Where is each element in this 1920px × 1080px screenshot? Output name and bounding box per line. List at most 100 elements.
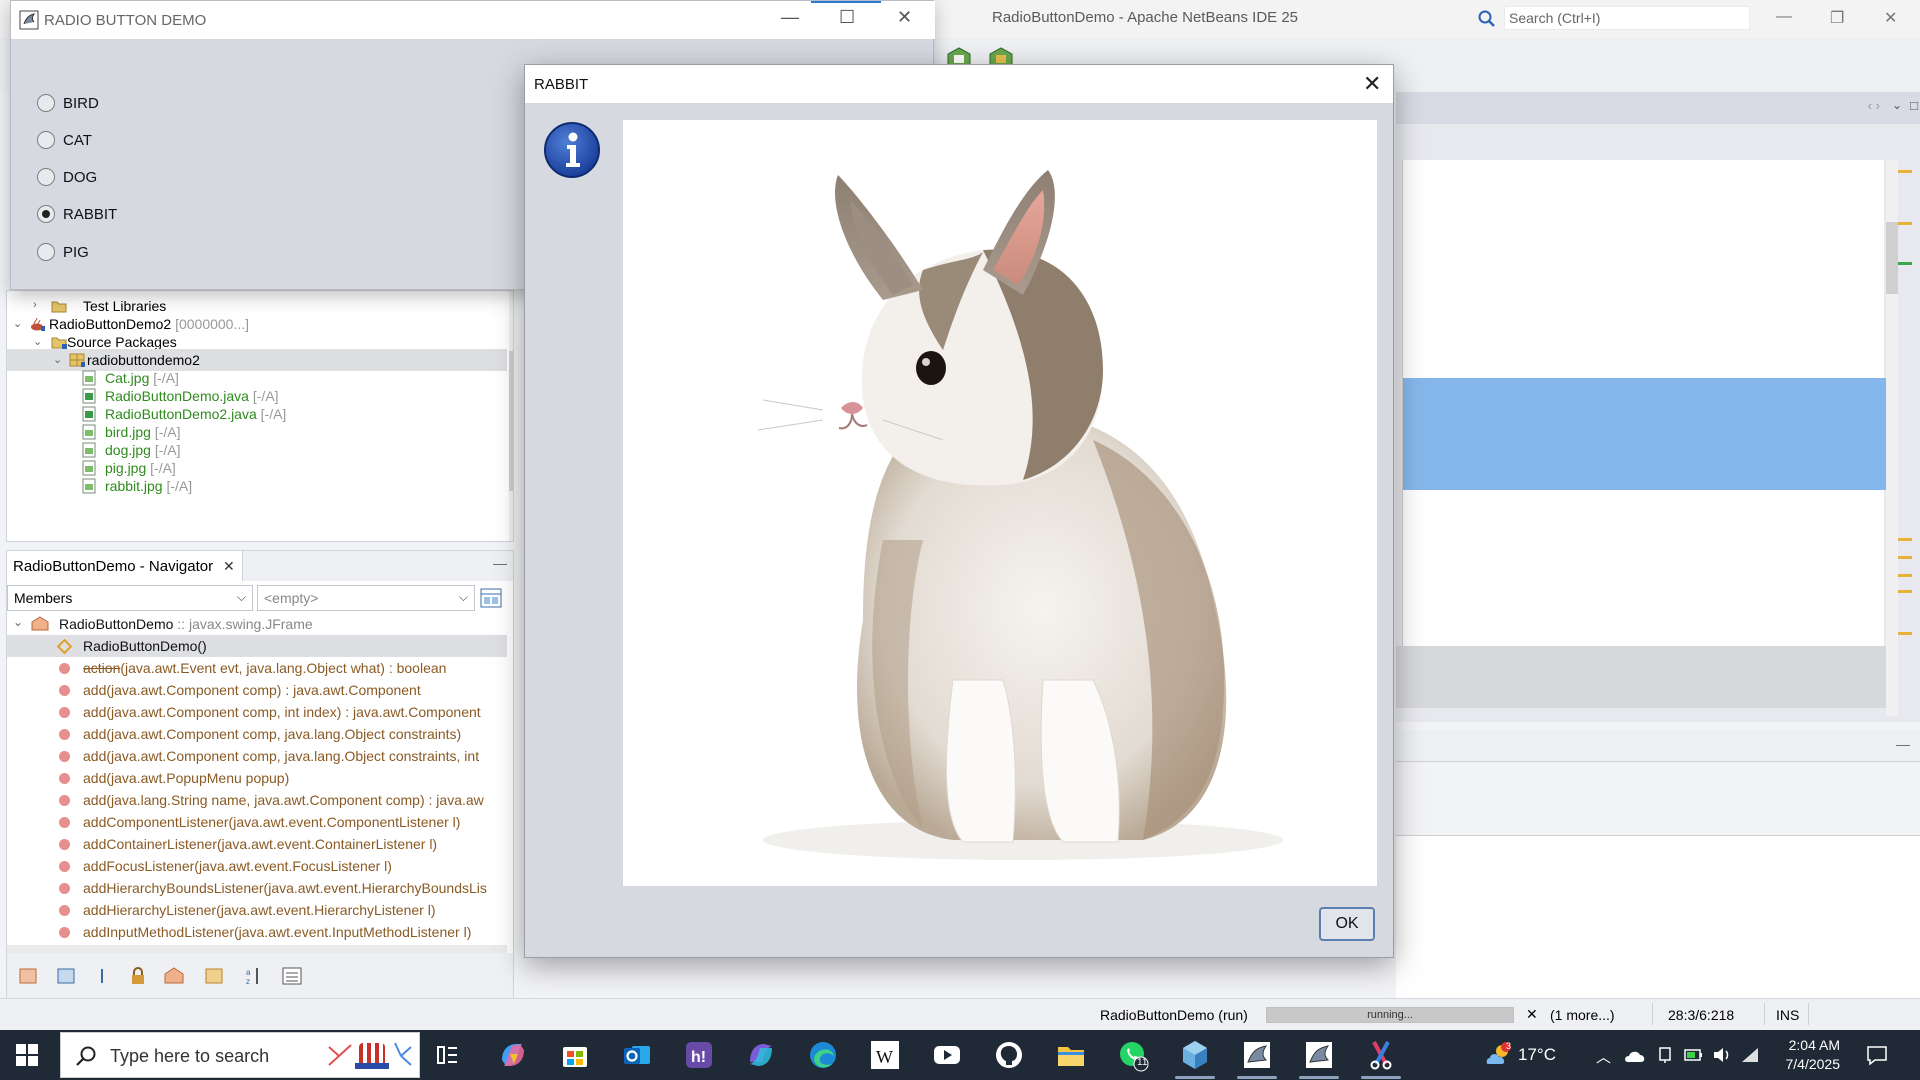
sort-by-name-icon[interactable]: az: [243, 965, 265, 987]
navigator-member[interactable]: add(java.awt.PopupMenu popup): [7, 767, 507, 789]
error-stripe-mark[interactable]: [1898, 556, 1912, 559]
error-stripe-mark[interactable]: [1898, 632, 1912, 635]
edge-icon[interactable]: [806, 1038, 840, 1072]
sort-icon[interactable]: [203, 965, 225, 987]
taskbar-search-input[interactable]: Type here to search: [110, 1046, 269, 1067]
file-explorer-icon[interactable]: [1054, 1038, 1088, 1072]
running-process-label[interactable]: RadioButtonDemo (run): [1100, 1007, 1248, 1023]
wikipedia-icon[interactable]: W: [868, 1038, 902, 1072]
member-label: action(java.awt.Event evt, java.lang.Obj…: [83, 660, 447, 676]
error-stripe-mark[interactable]: [1898, 538, 1912, 541]
radio-circle-selected[interactable]: [37, 205, 55, 223]
navigator-member[interactable]: RadioButtonDemo(): [7, 635, 507, 657]
hackerrank-icon[interactable]: h!: [682, 1038, 716, 1072]
close-icon[interactable]: ✕: [1884, 8, 1897, 28]
ide-search-input[interactable]: Search (Ctrl+I): [1509, 10, 1600, 26]
radio-circle[interactable]: [37, 243, 55, 261]
ide-search-box[interactable]: Search (Ctrl+I): [1478, 6, 1750, 30]
chevron-down-icon[interactable]: ⌄: [13, 615, 23, 629]
restore-icon[interactable]: ❐: [1830, 8, 1844, 28]
java-app-icon[interactable]: [1302, 1038, 1336, 1072]
inherited-filter-icon[interactable]: [163, 965, 185, 987]
snipping-tool-icon[interactable]: [1364, 1038, 1398, 1072]
member-label: addContainerListener(java.awt.event.Cont…: [83, 836, 438, 852]
navigator-member[interactable]: add(java.awt.Component comp, java.lang.O…: [7, 723, 507, 745]
tab-navigator[interactable]: RadioButtonDemo - Navigator ✕: [7, 551, 243, 581]
tree-node-file[interactable]: rabbit.jpg [-/A]: [7, 475, 507, 497]
navigator-member[interactable]: addComponentListener(java.awt.event.Comp…: [7, 811, 507, 833]
empty-filter-select[interactable]: <empty> ⌵: [257, 585, 475, 611]
navigator-scrollbar[interactable]: [7, 945, 507, 953]
error-stripe-mark[interactable]: [1898, 262, 1912, 265]
navigator-member[interactable]: add(java.awt.Component comp, java.lang.O…: [7, 745, 507, 767]
microsoft-365-icon[interactable]: [744, 1038, 778, 1072]
navigator-root[interactable]: ⌄ RadioButtonDemo :: javax.swing.JFrame: [7, 613, 507, 635]
members-filter-select[interactable]: Members ⌵: [7, 585, 253, 611]
minimize-icon[interactable]: —: [493, 555, 507, 571]
taskbar-search-box[interactable]: Type here to search: [60, 1032, 420, 1078]
chevron-down-icon[interactable]: ⌄: [1892, 98, 1902, 112]
code-editor[interactable]: [1402, 160, 1891, 706]
task-view-icon[interactable]: [430, 1038, 464, 1072]
fields-filter-icon[interactable]: [17, 965, 39, 987]
filter-icon[interactable]: [479, 587, 503, 609]
close-icon[interactable]: ✕: [223, 558, 235, 575]
taskbar-clock[interactable]: 2:04 AM 7/4/2025: [1770, 1036, 1841, 1074]
minimize-icon[interactable]: —: [1776, 8, 1792, 26]
copilot-icon[interactable]: [496, 1038, 530, 1072]
minimize-icon[interactable]: —: [1896, 736, 1910, 752]
ok-button[interactable]: OK: [1319, 907, 1375, 941]
error-stripe-mark[interactable]: [1898, 590, 1912, 593]
navigator-member[interactable]: add(java.awt.Component comp) : java.awt.…: [7, 679, 507, 701]
windows-start-icon[interactable]: [16, 1044, 38, 1066]
chevron-down-icon[interactable]: ⌄: [13, 317, 22, 330]
maximize-icon[interactable]: □: [1910, 98, 1918, 113]
navigator-member[interactable]: addInputMethodListener(java.awt.event.In…: [7, 921, 507, 943]
notification-icon[interactable]: [1866, 1044, 1888, 1066]
wifi-icon[interactable]: [1740, 1046, 1760, 1064]
error-stripe-mark[interactable]: [1898, 222, 1912, 225]
java-app-icon[interactable]: [1240, 1038, 1274, 1072]
lock-icon[interactable]: [127, 965, 149, 987]
non-public-filter-icon[interactable]: [91, 965, 113, 987]
netbeans-icon[interactable]: [1178, 1038, 1212, 1072]
chevron-down-icon[interactable]: ⌄: [33, 335, 42, 348]
chevron-down-icon[interactable]: ⌄: [53, 353, 62, 366]
navigator-member[interactable]: addContainerListener(java.awt.event.Cont…: [7, 833, 507, 855]
onedrive-icon[interactable]: [1624, 1048, 1646, 1064]
member-label: add(java.awt.Component comp, int index) …: [83, 704, 481, 720]
cancel-process-icon[interactable]: ✕: [1526, 1006, 1538, 1023]
github-icon[interactable]: [992, 1038, 1026, 1072]
microsoft-store-icon[interactable]: [558, 1038, 592, 1072]
close-icon[interactable]: ✕: [1363, 71, 1381, 97]
temperature[interactable]: 17°C: [1518, 1045, 1556, 1065]
navigator-member[interactable]: action(java.awt.Event evt, java.lang.Obj…: [7, 657, 507, 679]
minimize-icon[interactable]: —: [781, 7, 799, 28]
battery-icon[interactable]: [1684, 1046, 1704, 1064]
navigator-member[interactable]: add(java.awt.Component comp, int index) …: [7, 701, 507, 723]
radio-circle[interactable]: [37, 131, 55, 149]
radio-circle[interactable]: [37, 94, 55, 112]
sort-by-source-icon[interactable]: [281, 965, 303, 987]
projects-scrollbar[interactable]: [509, 291, 513, 541]
error-stripe-mark[interactable]: [1898, 170, 1912, 173]
chevron-up-icon[interactable]: ︿: [1596, 1046, 1611, 1067]
navigator-member[interactable]: addFocusListener(java.awt.event.FocusLis…: [7, 855, 507, 877]
navigator-member[interactable]: addHierarchyListener(java.awt.event.Hier…: [7, 899, 507, 921]
volume-icon[interactable]: [1712, 1046, 1732, 1064]
navigator-member[interactable]: addHierarchyBoundsListener(java.awt.even…: [7, 877, 507, 899]
meet-now-icon[interactable]: [1656, 1046, 1674, 1064]
close-icon[interactable]: ✕: [897, 7, 912, 28]
static-filter-icon[interactable]: [55, 965, 77, 987]
chevron-right-icon[interactable]: ›: [33, 299, 37, 311]
tab-scroll-icon[interactable]: ‹ ›: [1868, 98, 1880, 113]
youtube-icon[interactable]: [930, 1038, 964, 1072]
more-processes-link[interactable]: (1 more...): [1550, 1007, 1615, 1023]
maximize-icon[interactable]: ☐: [839, 7, 855, 28]
radio-circle[interactable]: [37, 168, 55, 186]
navigator-member[interactable]: add(java.lang.String name, java.awt.Comp…: [7, 789, 507, 811]
outlook-icon[interactable]: [620, 1038, 654, 1072]
editor-scrollbar[interactable]: [1886, 160, 1898, 716]
error-stripe-mark[interactable]: [1898, 574, 1912, 577]
member-label: addComponentListener(java.awt.event.Comp…: [83, 814, 461, 830]
